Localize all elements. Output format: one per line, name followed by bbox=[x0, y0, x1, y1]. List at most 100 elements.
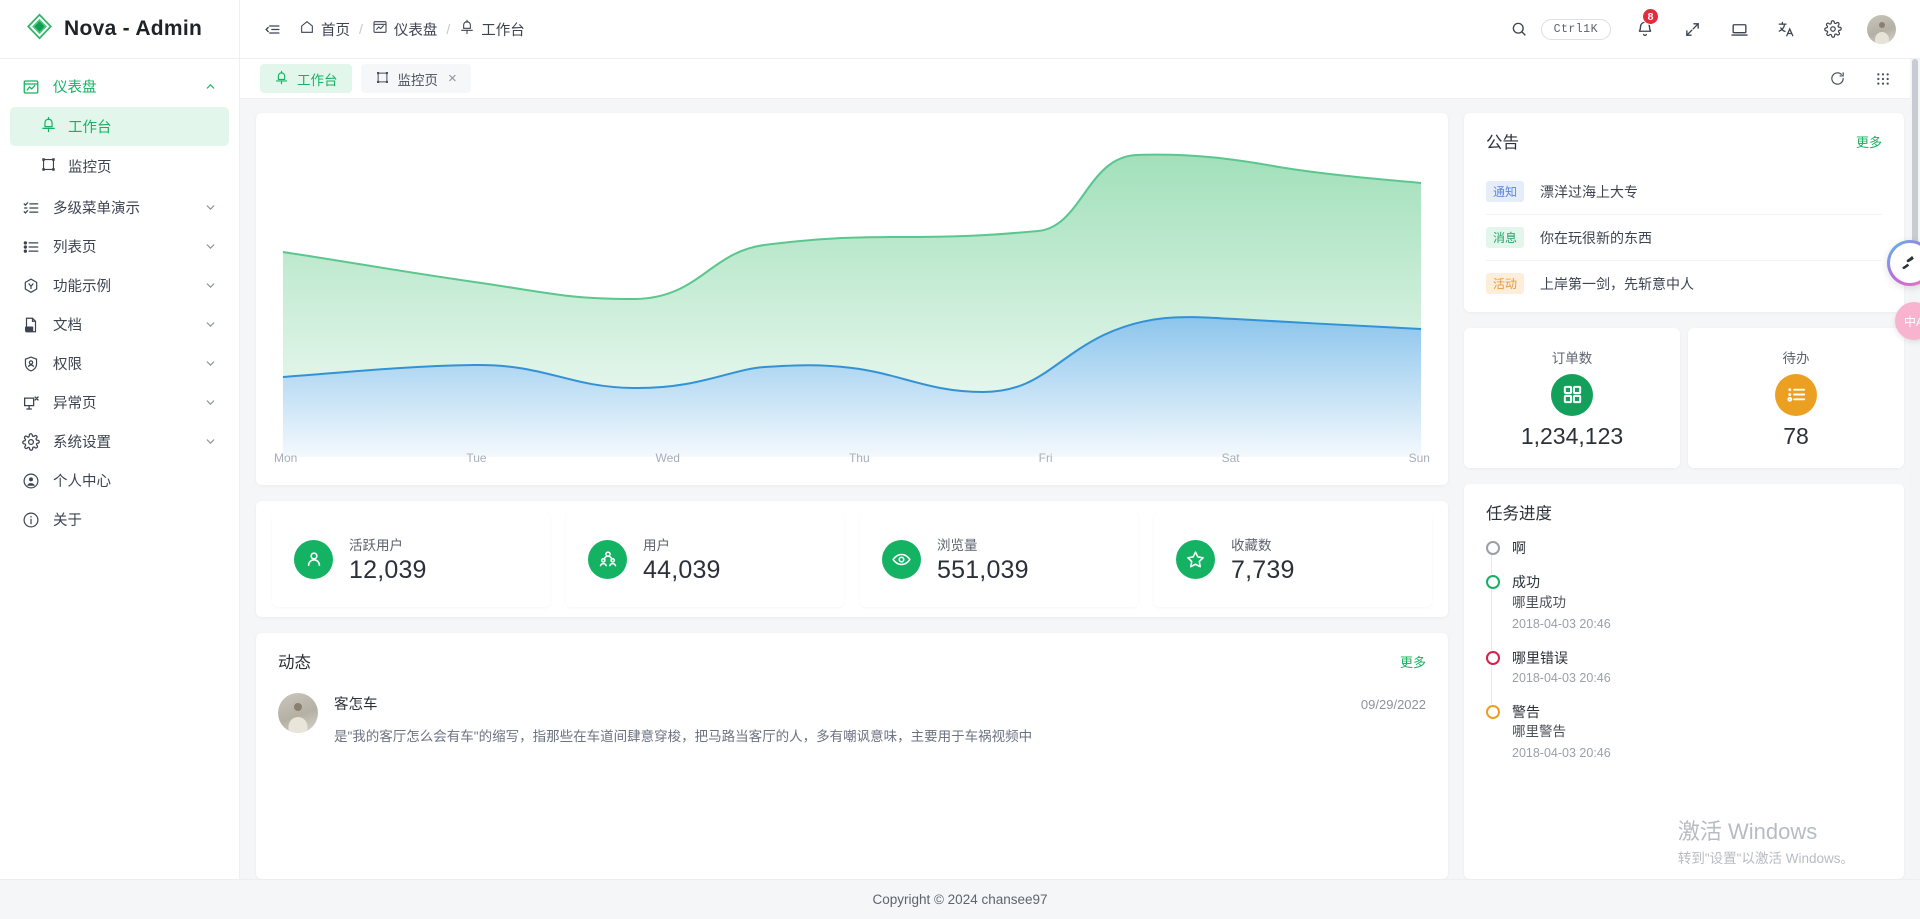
fullscreen-icon[interactable] bbox=[1679, 16, 1705, 42]
breadcrumb-item-dashboard[interactable]: 仪表盘 bbox=[372, 19, 437, 40]
sidebar-item-multilevel-menu[interactable]: 多级菜单演示 bbox=[0, 188, 239, 227]
activity-item[interactable]: 客怎车 09/29/2022 是"我的客厅怎么会有车"的缩写，指那些在车道间肆意… bbox=[278, 673, 1426, 745]
search-icon[interactable] bbox=[1506, 16, 1532, 42]
sidebar-item-system-settings[interactable]: 系统设置 bbox=[0, 422, 239, 461]
sidebar-label-docs: 文档 bbox=[53, 318, 82, 334]
sidebar-item-feature-demo[interactable]: 功能示例 bbox=[0, 266, 239, 305]
sidebar: 仪表盘 工作台 监控页 多级菜单演示 列表页 功能示例 文档 权限 异常页 系统… bbox=[0, 59, 240, 879]
announcement-tag: 通知 bbox=[1486, 181, 1525, 202]
grid-squares-icon bbox=[1551, 373, 1593, 416]
mini-stat-label-todo: 待办 bbox=[1782, 350, 1810, 366]
sidebar-label-dashboard: 仪表盘 bbox=[53, 80, 97, 96]
sidebar-label-list-pages: 列表页 bbox=[53, 240, 97, 256]
app-root: Nova - Admin 首页 / 仪表盘 / 工作台 Ctrl1K 8 仪表盘… bbox=[0, 0, 1920, 919]
avatar bbox=[278, 693, 318, 733]
nova-diamond-logo bbox=[26, 13, 53, 45]
timeline-item[interactable]: 啊 bbox=[1486, 538, 1882, 575]
announcement-item[interactable]: 通知 漂洋过海上大专 bbox=[1486, 169, 1882, 215]
page-scrollbar-thumb[interactable] bbox=[1912, 59, 1918, 269]
x-tick-mon: Mon bbox=[274, 451, 298, 465]
breadcrumb-separator-1: / bbox=[359, 21, 363, 37]
mini-stat-todo[interactable]: 待办 78 bbox=[1688, 328, 1904, 468]
chevron-down-icon bbox=[204, 201, 217, 214]
stat-card-users[interactable]: 用户 44,039 bbox=[566, 511, 844, 607]
translate-icon[interactable] bbox=[1773, 16, 1799, 42]
breadcrumb-item-workbench[interactable]: 工作台 bbox=[459, 19, 525, 40]
shield-user-icon bbox=[22, 355, 40, 373]
sidebar-item-dashboard[interactable]: 仪表盘 bbox=[0, 67, 239, 106]
chevron-down-icon bbox=[204, 240, 217, 253]
sidebar-label-permission: 权限 bbox=[53, 357, 82, 373]
eye-icon bbox=[882, 539, 921, 579]
timeline-item-desc: 哪里警告 bbox=[1512, 724, 1566, 740]
search-shortcut-pill[interactable]: Ctrl1K bbox=[1540, 18, 1611, 40]
sidebar-item-monitor[interactable]: 监控页 bbox=[10, 147, 229, 186]
timeline-item[interactable]: 警告 哪里警告 2018-04-03 20:46 bbox=[1486, 702, 1882, 777]
stat-value-page-views: 551,039 bbox=[937, 555, 1029, 584]
tab-workbench[interactable]: 工作台 bbox=[260, 64, 352, 93]
brand-area[interactable]: Nova - Admin bbox=[0, 0, 240, 59]
announcement-item[interactable]: 消息 你在玩很新的东西 bbox=[1486, 215, 1882, 261]
mini-stat-label-orders: 订单数 bbox=[1551, 350, 1593, 366]
sidebar-item-about[interactable]: 关于 bbox=[0, 500, 239, 539]
gear-icon[interactable] bbox=[1820, 16, 1846, 42]
close-icon[interactable]: × bbox=[448, 71, 457, 86]
x-tick-tue: Tue bbox=[466, 451, 487, 465]
body-wrapper: 仪表盘 工作台 监控页 多级菜单演示 列表页 功能示例 文档 权限 异常页 系统… bbox=[0, 59, 1920, 879]
x-tick-sun: Sun bbox=[1408, 451, 1430, 465]
announcement-text: 上岸第一剑，先斩意中人 bbox=[1540, 275, 1695, 292]
notification-badge: 8 bbox=[1642, 8, 1659, 25]
announcement-item[interactable]: 活动 上岸第一剑，先斩意中人 bbox=[1486, 261, 1882, 306]
timeline-item[interactable]: 成功 哪里成功 2018-04-03 20:46 bbox=[1486, 572, 1882, 650]
grid-apps-icon[interactable] bbox=[1870, 66, 1896, 92]
tab-strip-actions bbox=[1824, 66, 1910, 92]
activity-header: 动态 更多 bbox=[278, 649, 1426, 673]
stat-label-favorites: 收藏数 bbox=[1231, 537, 1272, 553]
main-column: 工作台 监控页 × Mon Tue Wed Thu Fri Sat Sun 活跃… bbox=[240, 59, 1920, 879]
breadcrumb-item-home[interactable]: 首页 bbox=[299, 19, 350, 40]
workbench-icon bbox=[40, 116, 57, 137]
collapse-menu-icon[interactable] bbox=[259, 16, 285, 42]
stat-card-active-users[interactable]: 活跃用户 12,039 bbox=[272, 511, 550, 607]
activity-body: 客怎车 09/29/2022 是"我的客厅怎么会有车"的缩写，指那些在车道间肆意… bbox=[334, 693, 1426, 745]
sidebar-label-workbench: 工作台 bbox=[68, 120, 112, 136]
refresh-icon[interactable] bbox=[1824, 66, 1850, 92]
users-group-icon bbox=[588, 539, 627, 579]
x-tick-fri: Fri bbox=[1038, 451, 1053, 465]
sidebar-item-workbench[interactable]: 工作台 bbox=[10, 107, 229, 146]
bell-icon[interactable]: 8 bbox=[1632, 8, 1659, 42]
sidebar-item-list-pages[interactable]: 列表页 bbox=[0, 227, 239, 266]
activity-more-link[interactable]: 更多 bbox=[1400, 652, 1426, 671]
page-scrollbar[interactable] bbox=[1910, 59, 1920, 879]
stat-card-page-views[interactable]: 浏览量 551,039 bbox=[860, 511, 1138, 607]
timeline-item-title: 警告 bbox=[1512, 703, 1540, 720]
sidebar-label-multilevel-menu: 多级菜单演示 bbox=[53, 201, 140, 217]
stat-label-page-views: 浏览量 bbox=[937, 537, 978, 553]
timeline-item[interactable]: 哪里错误 2018-04-03 20:46 bbox=[1486, 648, 1882, 705]
stat-card-favorites[interactable]: 收藏数 7,739 bbox=[1154, 511, 1432, 607]
avatar[interactable] bbox=[1867, 14, 1896, 44]
sidebar-item-docs[interactable]: 文档 bbox=[0, 305, 239, 344]
footer: Copyright © 2024 chansee97 bbox=[0, 879, 1920, 919]
announcement-list: 通知 漂洋过海上大专 消息 你在玩很新的东西 活动 上岸第一剑，先斩意中人 bbox=[1486, 169, 1882, 306]
mini-stat-orders[interactable]: 订单数 1,234,123 bbox=[1464, 328, 1680, 468]
stat-value-users: 44,039 bbox=[643, 555, 721, 584]
announcement-more-link[interactable]: 更多 bbox=[1856, 132, 1882, 151]
x-tick-thu: Thu bbox=[848, 451, 870, 465]
left-column: Mon Tue Wed Thu Fri Sat Sun 活跃用户 12,039 … bbox=[256, 113, 1448, 879]
activity-title: 动态 bbox=[278, 654, 311, 672]
announcement-text: 你在玩很新的东西 bbox=[1540, 229, 1653, 246]
chevron-up-icon bbox=[204, 80, 217, 93]
tab-monitor[interactable]: 监控页 × bbox=[360, 64, 471, 93]
sidebar-item-exception-pages[interactable]: 异常页 bbox=[0, 383, 239, 422]
user-circle-icon bbox=[22, 472, 40, 490]
breadcrumb-label-workbench: 工作台 bbox=[481, 22, 525, 39]
workbench-icon bbox=[459, 19, 475, 39]
laptop-screen-icon[interactable] bbox=[1726, 16, 1752, 42]
sidebar-item-user-center[interactable]: 个人中心 bbox=[0, 461, 239, 500]
stat-value-favorites: 7,739 bbox=[1231, 555, 1295, 584]
header-left: 首页 / 仪表盘 / 工作台 bbox=[240, 16, 525, 42]
stat-value-active-users: 12,039 bbox=[349, 555, 427, 584]
sidebar-label-user-center: 个人中心 bbox=[53, 474, 111, 490]
sidebar-item-permission[interactable]: 权限 bbox=[0, 344, 239, 383]
